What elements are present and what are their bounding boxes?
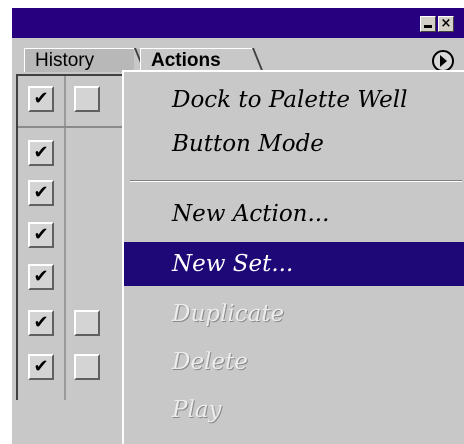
toggle-item-checkbox[interactable]: ✔ [28, 310, 54, 336]
menu-item-duplicate: Duplicate [172, 301, 285, 327]
palette-bottom [12, 400, 122, 444]
list-row: ✔ [18, 174, 122, 212]
toggle-item-checkbox[interactable]: ✔ [28, 222, 54, 248]
row-divider [18, 126, 122, 128]
palette-titlebar[interactable]: × [12, 8, 464, 38]
tab-actions[interactable]: Actions [140, 48, 262, 73]
menu-item-new-set[interactable]: New Set... [124, 242, 464, 286]
list-row: ✔ [18, 216, 122, 254]
list-row: ✔ [18, 348, 122, 386]
menu-separator [130, 180, 462, 182]
list-row: ✔ [18, 304, 122, 342]
list-row: ✔ [18, 134, 122, 172]
list-row: ✔ [18, 258, 122, 296]
toggle-item-checkbox[interactable]: ✔ [28, 180, 54, 206]
toggle-dialog-checkbox[interactable] [74, 310, 100, 336]
minimize-button[interactable] [420, 16, 436, 32]
list-row: ✔ [18, 80, 122, 118]
toggle-item-checkbox[interactable]: ✔ [28, 86, 54, 112]
close-button[interactable]: × [438, 16, 454, 32]
actions-list: ✔ ✔ ✔ ✔ ✔ ✔ ✔ [16, 74, 122, 400]
tab-history[interactable]: History [24, 48, 144, 73]
toggle-dialog-checkbox[interactable] [74, 354, 100, 380]
palette-flyout-menu: Dock to Palette Well Button Mode New Act… [122, 70, 464, 444]
menu-item-dock-to-palette-well[interactable]: Dock to Palette Well [124, 78, 464, 122]
menu-item-new-action[interactable]: New Action... [124, 192, 464, 236]
toggle-item-checkbox[interactable]: ✔ [28, 264, 54, 290]
menu-item-play: Play [172, 397, 222, 423]
palette-menu-arrow-icon[interactable] [432, 50, 454, 72]
tab-bar: History Actions [12, 38, 464, 74]
toggle-dialog-checkbox[interactable] [74, 86, 100, 112]
toggle-item-checkbox[interactable]: ✔ [28, 354, 54, 380]
menu-item-button-mode[interactable]: Button Mode [124, 122, 464, 166]
toggle-item-checkbox[interactable]: ✔ [28, 140, 54, 166]
menu-item-delete: Delete [172, 349, 248, 375]
